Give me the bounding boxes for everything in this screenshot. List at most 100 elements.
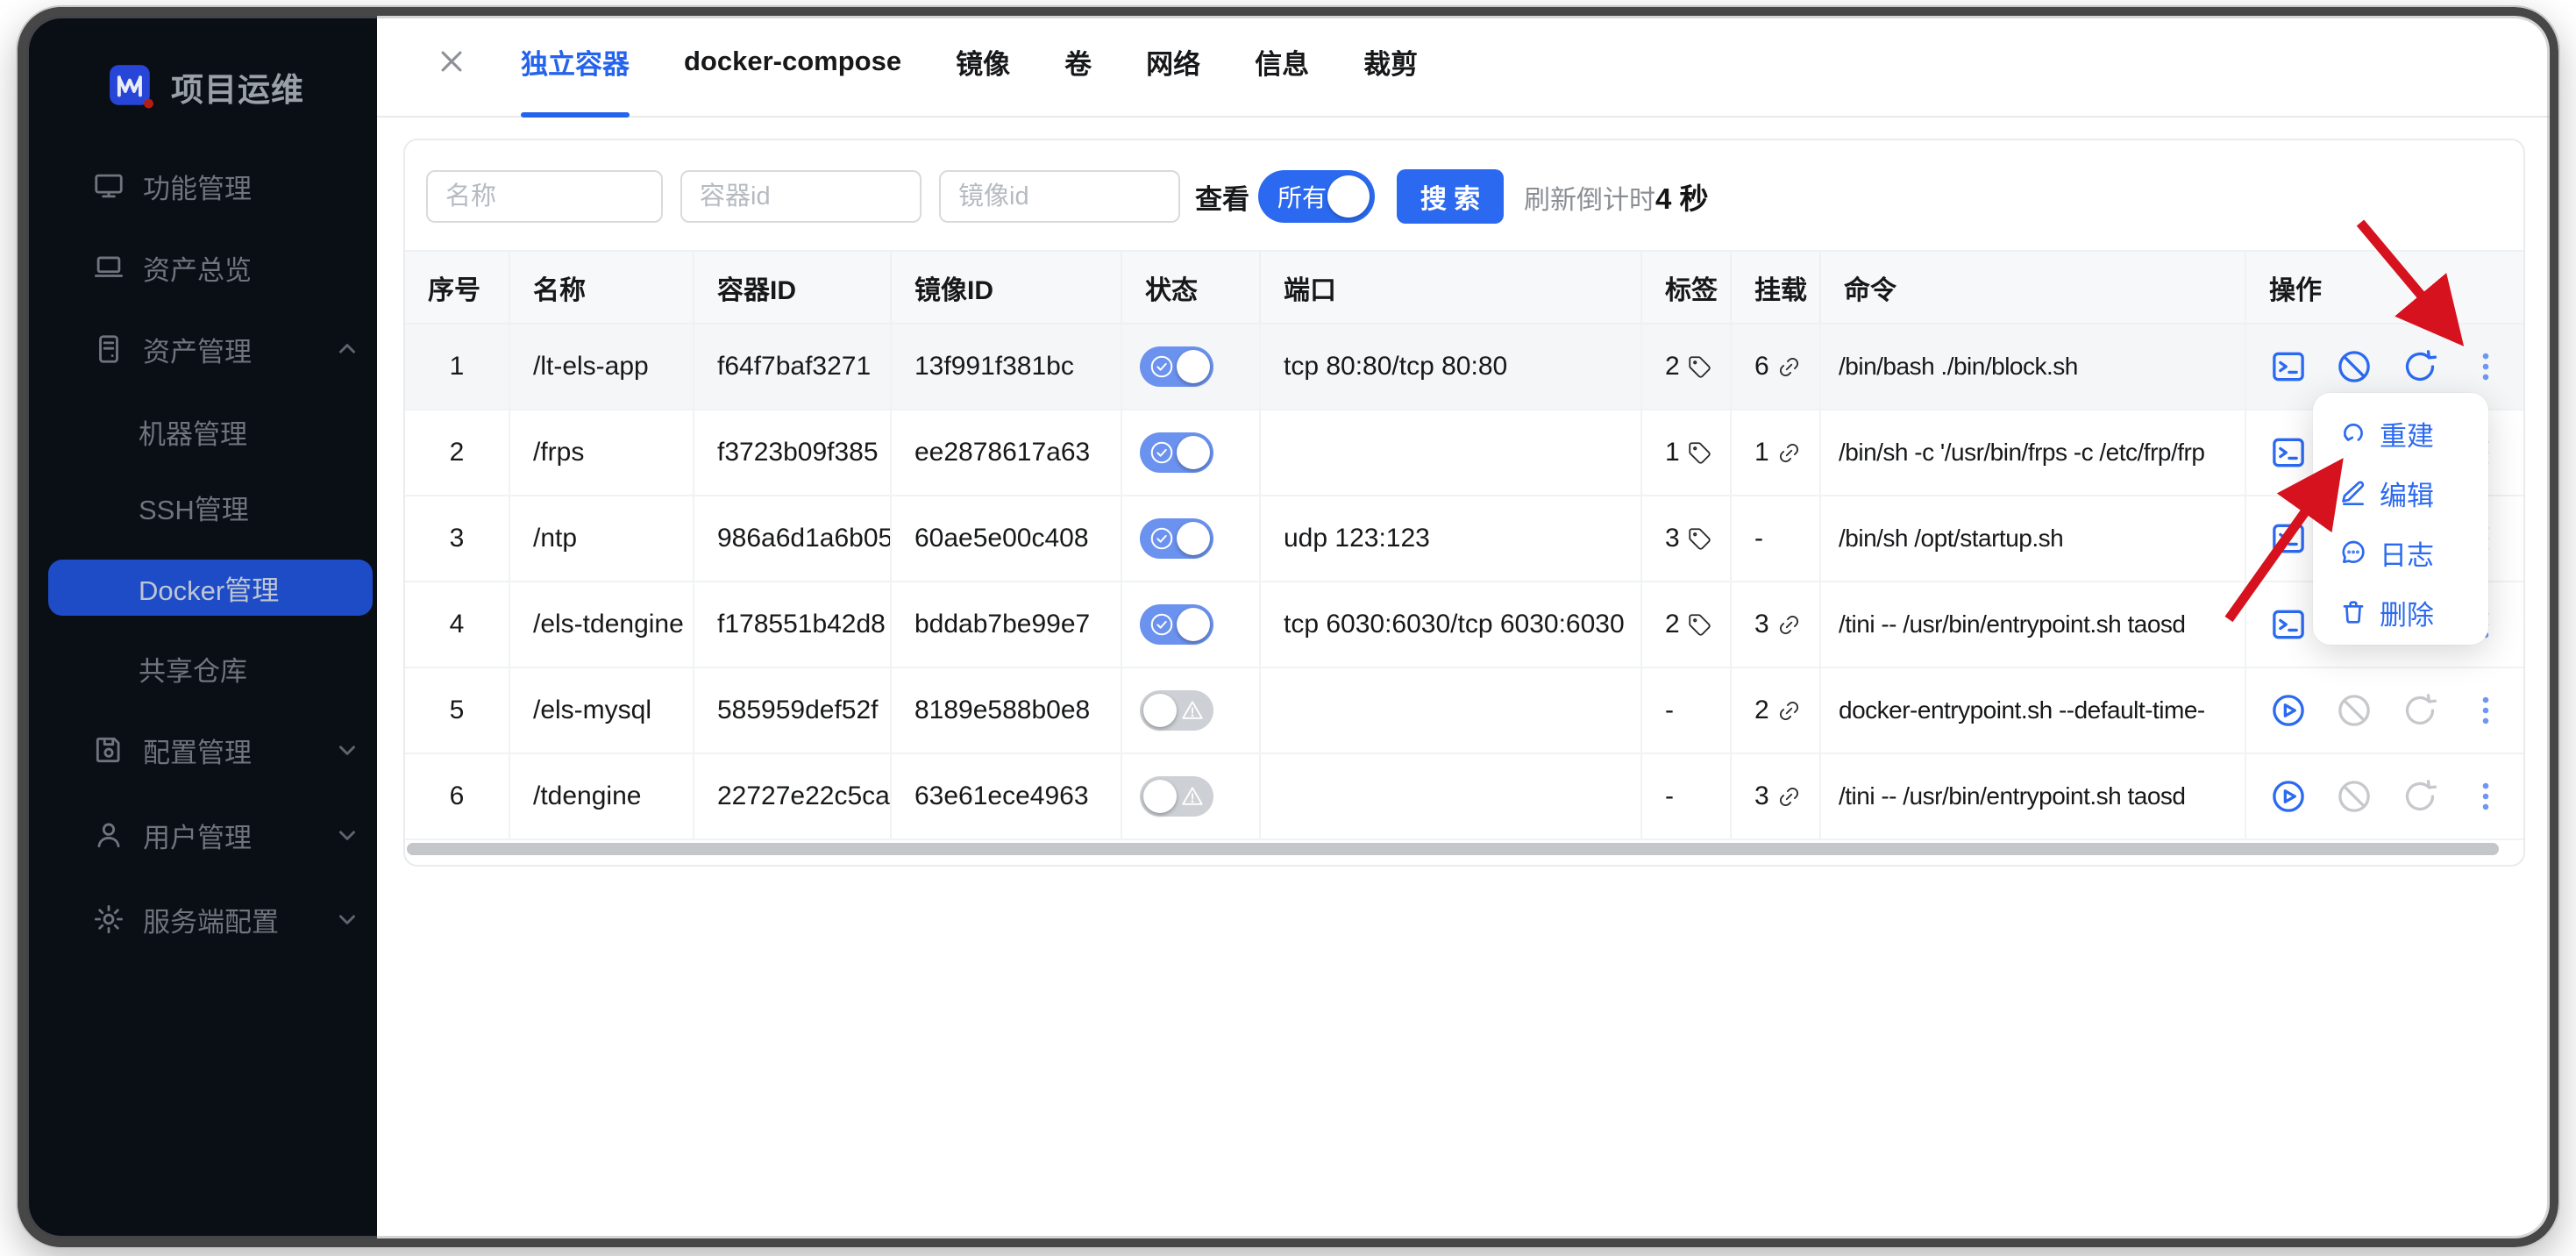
sidebar-item-config-mgmt[interactable]: 配置管理: [48, 722, 373, 778]
image-id-filter-input[interactable]: [939, 170, 1180, 223]
menu-item-edit[interactable]: 编辑: [2313, 463, 2488, 523]
toggle-knob: [1177, 350, 1210, 383]
close-icon[interactable]: [437, 46, 466, 76]
warning-icon: [1179, 697, 1206, 724]
mounts-count: 3: [1754, 781, 1769, 811]
cell-status: [1122, 754, 1261, 839]
menu-item-label: 重建: [2380, 414, 2434, 453]
sidebar-item-user-mgmt[interactable]: 用户管理: [48, 807, 373, 863]
tab-label: 镜像: [956, 42, 1010, 82]
sidebar-item-function-mgmt[interactable]: 功能管理: [48, 158, 373, 214]
refresh-countdown-prefix: 刷新倒计时: [1524, 186, 1655, 215]
filter-bar: 查看 所有 搜 索 刷新倒计时4 秒: [426, 170, 2502, 223]
column-header-name: 名称: [510, 252, 694, 323]
cell-tags: -: [1642, 668, 1732, 753]
column-header-index: 序号: [405, 252, 510, 323]
user-icon: [92, 818, 125, 852]
sidebar-item-ssh-mgmt[interactable]: SSH管理: [48, 479, 373, 535]
sidebar-item-label: 资产管理: [143, 330, 252, 369]
stop-button[interactable]: [2335, 347, 2373, 386]
tab-label: docker-compose: [684, 46, 901, 77]
sidebar-item-shared-repo[interactable]: 共享仓库: [48, 640, 373, 696]
cell-command: /tini -- /usr/bin/entrypoint.sh taosd: [1821, 582, 2246, 667]
rebuild-icon: [2339, 419, 2367, 447]
terminal-button[interactable]: [2269, 519, 2308, 558]
server-icon: [92, 332, 125, 366]
check-circle-icon: [1149, 525, 1175, 552]
tab-volumes[interactable]: 卷: [1064, 7, 1092, 116]
logo-icon: [108, 63, 155, 111]
start-button[interactable]: [2269, 777, 2308, 816]
tab-docker-compose[interactable]: docker-compose: [684, 7, 901, 116]
warning-icon: [1179, 783, 1206, 810]
tab-images[interactable]: 镜像: [956, 7, 1010, 116]
sidebar-item-label: Docker管理: [139, 568, 279, 608]
status-toggle[interactable]: [1140, 518, 1213, 559]
more-actions-button[interactable]: [2466, 777, 2505, 816]
table-row: 4/els-tdenginef178551b42d8bddab7be99e7tc…: [405, 582, 2525, 668]
tag-icon: [1688, 355, 1711, 379]
stop-button-disabled[interactable]: [2335, 691, 2373, 730]
tab-bar: 独立容器 docker-compose 镜像 卷 网络 信息 裁剪: [377, 7, 2558, 118]
sidebar-item-asset-overview[interactable]: 资产总览: [48, 239, 373, 296]
table-row: 5/els-mysql585959def52f8189e588b0e8-2doc…: [405, 668, 2525, 754]
cell-name: /frps: [510, 410, 694, 495]
status-toggle[interactable]: [1140, 432, 1213, 473]
menu-item-logs[interactable]: 日志: [2313, 523, 2488, 582]
menu-item-delete[interactable]: 删除: [2313, 582, 2488, 642]
cell-image-id: 8189e588b0e8: [892, 668, 1122, 753]
terminal-button[interactable]: [2269, 433, 2308, 472]
status-toggle[interactable]: [1140, 776, 1213, 817]
restart-button[interactable]: [2401, 347, 2439, 386]
cell-tags: 3: [1642, 496, 1732, 581]
tab-networks[interactable]: 网络: [1146, 7, 1200, 116]
status-toggle[interactable]: [1140, 604, 1213, 645]
sidebar: 项目运维 功能管理 资产总览 资产管理 机器管理 SSH管理 Docker管理 …: [18, 7, 377, 1247]
tags-count: 2: [1665, 352, 1680, 382]
sidebar-item-server-config[interactable]: 服务端配置: [48, 891, 373, 947]
container-id-filter-input[interactable]: [680, 170, 922, 223]
cell-name: /els-mysql: [510, 668, 694, 753]
status-toggle[interactable]: [1140, 690, 1213, 731]
scope-toggle[interactable]: 所有: [1258, 170, 1375, 223]
tab-prune[interactable]: 裁剪: [1363, 7, 1418, 116]
table-header-row: 序号名称容器ID镜像ID状态端口标签挂载命令操作: [405, 250, 2525, 325]
logo-text: 项目运维: [171, 63, 304, 111]
restart-button-disabled[interactable]: [2401, 777, 2439, 816]
menu-item-label: 日志: [2380, 533, 2434, 573]
column-header-actions: 操作: [2246, 252, 2525, 323]
sidebar-item-asset-mgmt[interactable]: 资产管理: [48, 321, 373, 377]
scope-toggle-label: 所有: [1277, 179, 1327, 214]
tab-info[interactable]: 信息: [1255, 7, 1309, 116]
menu-item-rebuild[interactable]: 重建: [2313, 403, 2488, 463]
sidebar-item-label: SSH管理: [139, 488, 249, 527]
sidebar-item-docker-mgmt[interactable]: Docker管理: [48, 560, 373, 616]
tab-standalone-containers[interactable]: 独立容器: [521, 7, 630, 116]
link-icon: [1777, 699, 1801, 723]
sidebar-item-machine-mgmt[interactable]: 机器管理: [48, 403, 373, 460]
cell-tags: 2: [1642, 582, 1732, 667]
toggle-knob: [1177, 436, 1210, 469]
link-icon: [1777, 355, 1801, 379]
toggle-knob: [1177, 522, 1210, 555]
more-actions-button[interactable]: [2466, 347, 2505, 386]
stop-button-disabled[interactable]: [2335, 777, 2373, 816]
sidebar-item-label: 资产总览: [143, 248, 252, 288]
containers-table: 序号名称容器ID镜像ID状态端口标签挂载命令操作1/lt-els-appf64f…: [405, 250, 2525, 840]
horizontal-scrollbar-thumb[interactable]: [407, 843, 2499, 855]
chevron-down-icon: [334, 906, 360, 932]
link-icon: [1777, 613, 1801, 637]
status-toggle[interactable]: [1140, 346, 1213, 387]
column-header-status: 状态: [1122, 252, 1261, 323]
start-button[interactable]: [2269, 691, 2308, 730]
name-filter-input[interactable]: [426, 170, 663, 223]
column-header-image_id: 镜像ID: [892, 252, 1122, 323]
search-button[interactable]: 搜 索: [1397, 169, 1504, 224]
tags-count: 2: [1665, 610, 1680, 639]
restart-button-disabled[interactable]: [2401, 691, 2439, 730]
gear-icon: [92, 903, 125, 936]
more-actions-button[interactable]: [2466, 691, 2505, 730]
table-row: 2/frpsf3723b09f385ee2878617a6311/bin/sh …: [405, 410, 2525, 496]
terminal-button[interactable]: [2269, 605, 2308, 644]
terminal-button[interactable]: [2269, 347, 2308, 386]
